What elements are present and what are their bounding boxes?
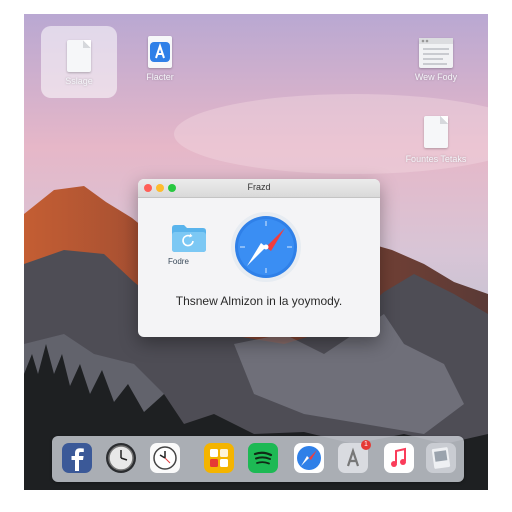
desktop-icon-label: Fountes Tetaks xyxy=(405,154,467,164)
dock: 1 xyxy=(52,436,464,482)
window-titlebar[interactable]: Frazd xyxy=(138,179,380,198)
preview-icon[interactable] xyxy=(426,443,456,473)
desktop-icon-flacter[interactable]: Flacter xyxy=(122,36,198,82)
desktop-icon-sslage[interactable]: Sslage xyxy=(41,26,117,98)
folder-icon[interactable] xyxy=(171,223,207,258)
facebook-icon[interactable] xyxy=(62,443,92,473)
desktop-icon-label: Wew Fody xyxy=(414,72,458,82)
window-message: Thsnew Almizon in la yoymody. xyxy=(175,294,343,308)
window-title: Frazd xyxy=(247,182,271,192)
document-icon xyxy=(424,116,448,148)
text-document-icon xyxy=(419,38,453,68)
desktop-icon-wew-fody[interactable]: Wew Fody xyxy=(398,38,474,82)
compass-icon[interactable] xyxy=(230,211,302,288)
desktop-icon-fountes-tetaks[interactable]: Fountes Tetaks xyxy=(398,116,474,164)
desktop-icon-label: Sslage xyxy=(65,76,93,86)
clock-icon[interactable] xyxy=(106,443,136,473)
safari-icon[interactable] xyxy=(294,443,324,473)
notification-badge: 1 xyxy=(361,440,371,450)
desktop-screen: Sslage Flacter Wew Fody Fountes Tetaks F… xyxy=(24,14,488,490)
spotify-icon[interactable] xyxy=(248,443,278,473)
app-store-icon[interactable]: 1 xyxy=(338,440,371,473)
desktop-icon-label: Flacter xyxy=(146,72,174,82)
folders-icon[interactable] xyxy=(204,443,234,473)
clock-icon[interactable] xyxy=(150,443,180,473)
music-icon[interactable] xyxy=(384,443,414,473)
folder-label: Fodre xyxy=(168,257,189,266)
finder-window: Frazd Fodre Thsnew Almizon in la yoymody… xyxy=(138,179,380,337)
document-icon xyxy=(67,40,91,72)
app-store-file-icon xyxy=(148,36,172,68)
